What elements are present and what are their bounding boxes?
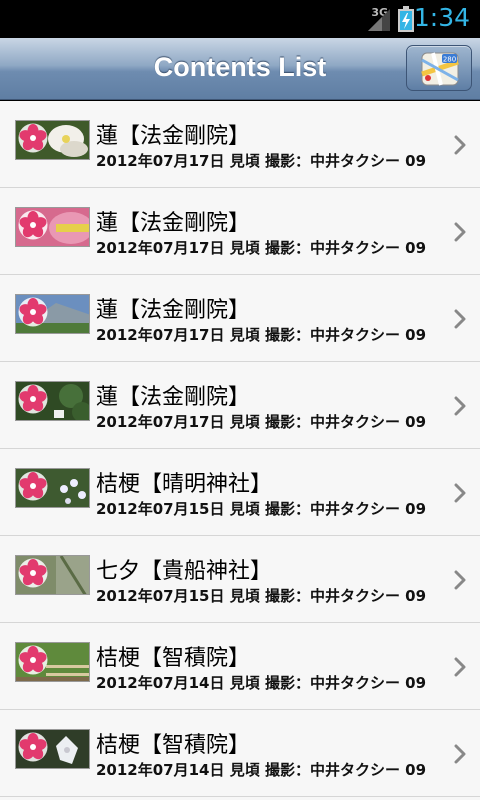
app-header: Contents List 280 [0,38,480,100]
item-title: 蓮【法金剛院】 [96,124,251,149]
thumbnail [15,120,90,160]
chevron-right-icon [454,483,466,503]
clock: 1:34 [413,3,470,32]
thumbnail [15,729,90,769]
list-item[interactable]: 桔梗【智積院】 2012年07月14日 見頃 撮影：中井タクシー 09 [0,623,480,710]
contents-list[interactable]: 蓮【法金剛院】 2012年07月17日 見頃 撮影：中井タクシー 09 蓮【法金… [0,101,480,800]
chevron-right-icon [454,135,466,155]
chevron-right-icon [454,657,466,677]
list-item[interactable]: 蓮【法金剛院】 2012年07月17日 見頃 撮影：中井タクシー 09 [0,101,480,188]
item-title: 桔梗【晴明神社】 [96,472,273,497]
svg-text:280: 280 [443,56,456,64]
item-subtitle: 2012年07月14日 見頃 撮影：中井タクシー 09 [96,674,427,692]
flower-badge-icon [18,384,48,414]
list-item[interactable]: 桔梗【智積院】 2012年07月14日 見頃 撮影：中井タクシー 09 [0,710,480,797]
chevron-right-icon [454,222,466,242]
map-button[interactable]: 280 [406,45,472,91]
item-title: 七夕【貴船神社】 [96,559,273,584]
flower-badge-icon [18,732,48,762]
thumbnail [15,207,90,247]
thumbnail [15,381,90,421]
battery-charging-icon [398,6,414,32]
flower-badge-icon [18,558,48,588]
item-title: 蓮【法金剛院】 [96,385,251,410]
item-subtitle: 2012年07月17日 見頃 撮影：中井タクシー 09 [96,239,427,257]
list-item[interactable]: 蓮【法金剛院】 2012年07月17日 見頃 撮影：中井タクシー 09 [0,362,480,449]
map-icon: 280 [421,52,459,86]
item-subtitle: 2012年07月17日 見頃 撮影：中井タクシー 09 [96,326,427,344]
status-bar: 3G 1:34 [0,0,480,38]
item-title: 桔梗【智積院】 [96,733,251,758]
flower-badge-icon [18,123,48,153]
item-subtitle: 2012年07月17日 見頃 撮影：中井タクシー 09 [96,152,427,170]
flower-badge-icon [18,471,48,501]
list-item[interactable]: 蓮【法金剛院】 2012年07月17日 見頃 撮影：中井タクシー 09 [0,275,480,362]
chevron-right-icon [454,744,466,764]
thumbnail [15,294,90,334]
list-item[interactable]: 蓮【法金剛院】 2012年07月17日 見頃 撮影：中井タクシー 09 [0,188,480,275]
item-title: 蓮【法金剛院】 [96,298,251,323]
flower-badge-icon [18,297,48,327]
list-item[interactable]: 桔梗【晴明神社】 2012年07月15日 見頃 撮影：中井タクシー 09 [0,449,480,536]
item-subtitle: 2012年07月15日 見頃 撮影：中井タクシー 09 [96,500,427,518]
item-subtitle: 2012年07月17日 見頃 撮影：中井タクシー 09 [96,413,427,431]
chevron-right-icon [454,396,466,416]
thumbnail [15,642,90,682]
flower-badge-icon [18,210,48,240]
item-title: 桔梗【智積院】 [96,646,251,671]
thumbnail [15,555,90,595]
chevron-right-icon [454,570,466,590]
flower-badge-icon [18,645,48,675]
chevron-right-icon [454,309,466,329]
item-subtitle: 2012年07月14日 見頃 撮影：中井タクシー 09 [96,761,427,779]
item-title: 蓮【法金剛院】 [96,211,251,236]
thumbnail [15,468,90,508]
list-item[interactable]: 七夕【貴船神社】 2012年07月15日 見頃 撮影：中井タクシー 09 [0,536,480,623]
signal-icon [368,9,390,31]
item-subtitle: 2012年07月15日 見頃 撮影：中井タクシー 09 [96,587,427,605]
